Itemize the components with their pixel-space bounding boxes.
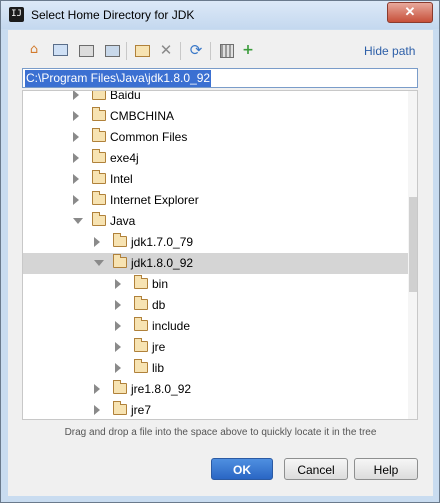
folder-icon	[113, 254, 127, 268]
folder-icon	[92, 149, 106, 163]
expand-arrow-icon[interactable]	[73, 132, 79, 142]
tree-row-label: jre	[152, 340, 166, 354]
tree-row-label: db	[152, 298, 166, 312]
tree-row[interactable]: Baidu	[23, 90, 408, 106]
tree-row[interactable]: jdk1.8.0_92	[23, 253, 408, 274]
tree-row[interactable]: db	[23, 295, 408, 316]
tree-row[interactable]: exe4j	[23, 148, 408, 169]
tree-row-label: exe4j	[110, 151, 139, 165]
tree-row-label: Baidu	[110, 90, 141, 102]
path-value[interactable]: C:\Program Files\Java\jdk1.8.0_92	[25, 70, 212, 87]
expand-arrow-icon[interactable]	[73, 153, 79, 163]
dialog-window: IJ Select Home Directory for JDK ✕ ⌂ ✕ ⟳	[0, 0, 440, 503]
refresh-icon[interactable]: ⟳	[188, 42, 204, 58]
tree-row-label: lib	[152, 361, 165, 375]
path-field[interactable]: C:\Program Files\Java\jdk1.8.0_92	[22, 68, 418, 88]
folder-icon	[134, 275, 148, 289]
folder-icon	[92, 170, 106, 184]
delete-icon[interactable]: ✕	[158, 42, 174, 58]
tree-row[interactable]: Common Files	[23, 127, 408, 148]
help-button[interactable]: Help	[354, 458, 418, 480]
intellij-icon: IJ	[9, 7, 24, 22]
tree-row[interactable]: Intel	[23, 169, 408, 190]
expand-arrow-icon[interactable]	[115, 363, 121, 373]
folder-icon	[113, 233, 127, 247]
tree-row-label: jre7	[131, 403, 152, 417]
tree-row-label: jdk1.7.0_79	[131, 235, 194, 249]
tree-row[interactable]: lib	[23, 358, 408, 379]
toolbar: ⌂ ✕ ⟳ + Hide path	[8, 38, 433, 64]
expand-arrow-icon[interactable]	[115, 321, 121, 331]
tree-row[interactable]: jre7	[23, 400, 408, 419]
folder-icon	[134, 338, 148, 352]
tree-row[interactable]: jre	[23, 337, 408, 358]
folder-icon	[113, 401, 127, 415]
folder-icon	[134, 296, 148, 310]
tree-row-label: include	[152, 319, 191, 333]
tree-row-label: CMBCHINA	[110, 109, 175, 123]
tree-row-label: Java	[110, 214, 136, 228]
folder-icon	[134, 359, 148, 373]
expand-arrow-icon[interactable]	[115, 342, 121, 352]
expand-arrow-icon[interactable]	[73, 195, 79, 205]
desktop-icon[interactable]	[52, 42, 68, 58]
new-folder-icon[interactable]	[134, 42, 150, 58]
title-bar[interactable]: IJ Select Home Directory for JDK ✕	[1, 1, 439, 29]
folder-icon	[92, 212, 106, 226]
tree-row-label: jre1.8.0_92	[131, 382, 192, 396]
folder-icon	[92, 191, 106, 205]
show-hidden-icon[interactable]	[218, 42, 234, 58]
tree-row[interactable]: jre1.8.0_92	[23, 379, 408, 400]
collapse-arrow-icon[interactable]	[73, 218, 83, 224]
toolbar-separator	[126, 42, 127, 60]
dialog-content: ⌂ ✕ ⟳ + Hide path C:\Program Files\Java\…	[8, 30, 433, 496]
toolbar-separator	[180, 42, 181, 60]
scrollbar-thumb[interactable]	[409, 197, 417, 292]
cancel-button[interactable]: Cancel	[284, 458, 348, 480]
toolbar-separator	[210, 42, 211, 60]
tree-row[interactable]: CMBCHINA	[23, 106, 408, 127]
module-folder-icon[interactable]	[104, 42, 120, 58]
home-icon[interactable]: ⌂	[26, 42, 42, 58]
expand-arrow-icon[interactable]	[73, 111, 79, 121]
expand-arrow-icon[interactable]	[73, 174, 79, 184]
tree-row-label: bin	[152, 277, 169, 291]
expand-arrow-icon[interactable]	[94, 237, 100, 247]
expand-arrow-icon[interactable]	[115, 279, 121, 289]
close-button[interactable]: ✕	[387, 2, 433, 23]
vertical-scrollbar[interactable]	[408, 91, 417, 419]
ok-button[interactable]: OK	[211, 458, 273, 480]
expand-arrow-icon[interactable]	[73, 91, 79, 100]
tree-row[interactable]: Internet Explorer	[23, 190, 408, 211]
new-item-icon[interactable]: +	[240, 42, 256, 58]
folder-icon	[92, 128, 106, 142]
folder-icon	[134, 317, 148, 331]
tree-row[interactable]: bin	[23, 274, 408, 295]
tree-row[interactable]: Java	[23, 211, 408, 232]
tree-row-label: Intel	[110, 172, 133, 186]
folder-icon	[113, 380, 127, 394]
folder-icon	[92, 91, 106, 100]
file-tree[interactable]: Baidu CMBCHINA Common Files exe4j Intel Inter…	[22, 90, 418, 420]
expand-arrow-icon[interactable]	[94, 405, 100, 415]
project-folder-icon[interactable]	[78, 42, 94, 58]
expand-arrow-icon[interactable]	[115, 300, 121, 310]
collapse-arrow-icon[interactable]	[94, 260, 104, 266]
dialog-title: Select Home Directory for JDK	[31, 8, 195, 22]
tree-row[interactable]: jdk1.7.0_79	[23, 232, 408, 253]
hide-path-link[interactable]: Hide path	[364, 44, 415, 58]
tree-row-label: jdk1.8.0_92	[131, 256, 194, 270]
tree-row-label: Common Files	[110, 130, 188, 144]
tree-row-label: Internet Explorer	[110, 193, 199, 207]
expand-arrow-icon[interactable]	[94, 384, 100, 394]
folder-icon	[92, 107, 106, 121]
tree-row[interactable]: include	[23, 316, 408, 337]
drag-drop-hint: Drag and drop a file into the space abov…	[64, 427, 377, 438]
